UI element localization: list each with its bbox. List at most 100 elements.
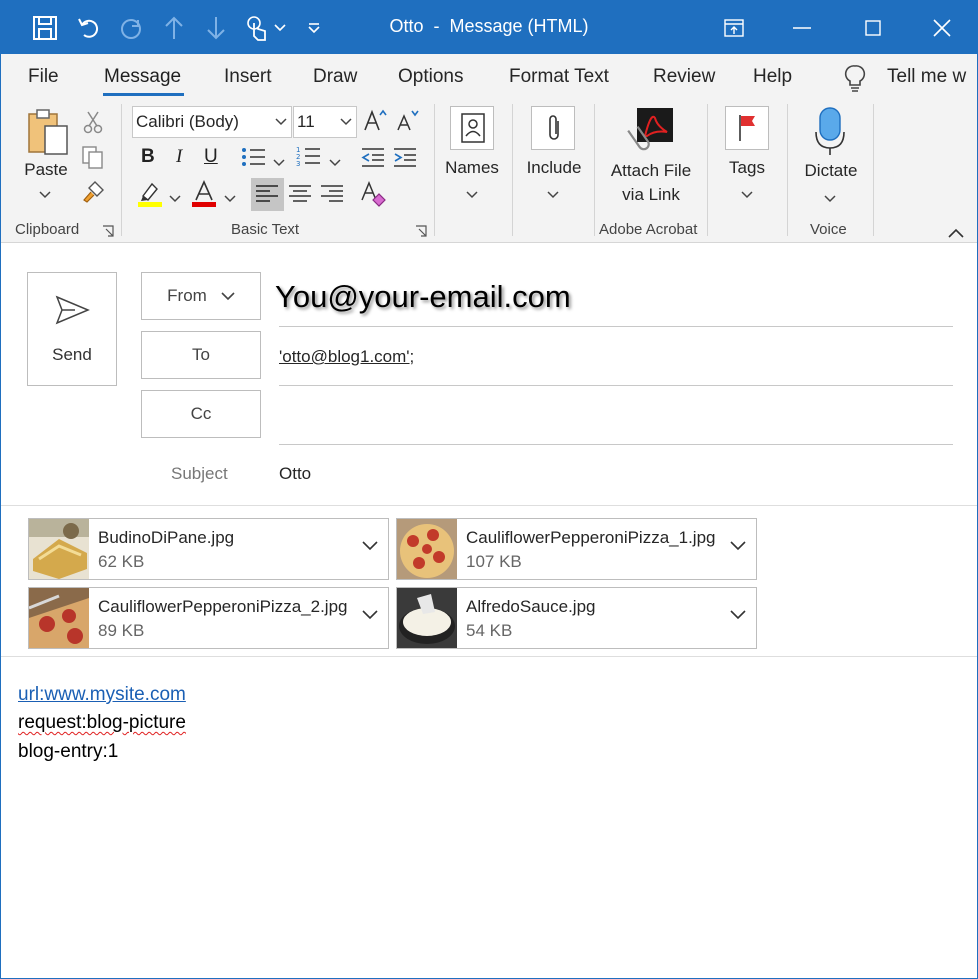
send-button[interactable]: Send bbox=[27, 272, 117, 386]
adobe-group-label: Adobe Acrobat bbox=[599, 221, 698, 238]
dictate-chevron-icon[interactable] bbox=[824, 190, 836, 208]
attachment-chevron-icon[interactable] bbox=[730, 610, 746, 620]
align-center-icon[interactable] bbox=[288, 184, 312, 209]
flag-icon[interactable] bbox=[725, 106, 769, 150]
address-book-icon[interactable] bbox=[450, 106, 494, 150]
numbering-chevron-icon[interactable] bbox=[329, 154, 341, 172]
tab-message[interactable]: Message bbox=[104, 66, 181, 88]
dictate-button[interactable]: Dictate bbox=[795, 159, 867, 183]
names-chevron-icon[interactable] bbox=[466, 186, 478, 204]
paste-icon[interactable] bbox=[25, 108, 69, 163]
microphone-icon[interactable] bbox=[813, 106, 847, 161]
bold-button[interactable]: B bbox=[141, 146, 155, 168]
attach-via-link-label-2: via Link bbox=[622, 185, 680, 204]
include-button[interactable]: Include bbox=[517, 156, 591, 180]
minimize-icon[interactable] bbox=[779, 1, 825, 54]
from-underline bbox=[279, 326, 953, 327]
send-icon bbox=[55, 295, 90, 325]
underline-button[interactable]: U bbox=[204, 146, 218, 168]
header-separator bbox=[1, 505, 977, 506]
attachment-thumbnail-icon bbox=[397, 588, 457, 648]
attachment-thumbnail-icon bbox=[397, 519, 457, 579]
tab-insert[interactable]: Insert bbox=[224, 66, 272, 88]
clipboard-launcher-icon[interactable] bbox=[102, 224, 114, 242]
clear-formatting-icon[interactable] bbox=[359, 180, 387, 213]
font-color-icon[interactable] bbox=[191, 180, 219, 213]
tab-help[interactable]: Help bbox=[753, 66, 792, 88]
font-name-select[interactable]: Calibri (Body) bbox=[132, 106, 292, 138]
font-size-value: 11 bbox=[297, 112, 315, 131]
tags-button[interactable]: Tags bbox=[713, 156, 781, 180]
names-button[interactable]: Names bbox=[437, 156, 507, 180]
adobe-acrobat-icon[interactable] bbox=[627, 106, 675, 159]
grow-font-icon[interactable] bbox=[363, 108, 389, 139]
svg-text:3: 3 bbox=[296, 160, 300, 168]
attachment-item[interactable]: AlfredoSauce.jpg 54 KB bbox=[396, 587, 757, 649]
to-underline bbox=[279, 385, 953, 386]
highlight-chevron-icon[interactable] bbox=[169, 190, 181, 208]
align-left-button[interactable] bbox=[251, 178, 284, 211]
tab-options[interactable]: Options bbox=[398, 66, 463, 88]
bullets-chevron-icon[interactable] bbox=[273, 154, 285, 172]
paste-dropdown-chevron-icon[interactable] bbox=[39, 186, 51, 204]
body-line: request:blog-picture bbox=[18, 712, 186, 734]
window-title-app: Message (HTML) bbox=[449, 16, 589, 36]
body-line-text: request:blog-picture bbox=[18, 712, 186, 733]
format-painter-icon[interactable] bbox=[81, 180, 107, 209]
font-size-select[interactable]: 11 bbox=[293, 106, 357, 138]
separator bbox=[121, 104, 122, 236]
attach-paperclip-icon[interactable] bbox=[531, 106, 575, 150]
cut-icon[interactable] bbox=[83, 110, 103, 139]
cc-button[interactable]: Cc bbox=[141, 390, 261, 438]
attach-via-link-label-1: Attach File bbox=[610, 161, 692, 180]
tab-file[interactable]: File bbox=[28, 66, 59, 88]
font-color-chevron-icon[interactable] bbox=[224, 190, 236, 208]
attachment-chevron-icon[interactable] bbox=[362, 541, 378, 551]
attachment-chevron-icon[interactable] bbox=[362, 610, 378, 620]
ribbon-display-options-icon[interactable] bbox=[711, 1, 757, 54]
separator bbox=[787, 104, 788, 236]
tell-me-search[interactable]: Tell me w bbox=[887, 66, 966, 88]
separator bbox=[707, 104, 708, 236]
align-right-icon[interactable] bbox=[320, 184, 344, 209]
highlight-icon[interactable] bbox=[137, 180, 165, 213]
body-link[interactable]: url:www.mysite.com bbox=[18, 684, 186, 706]
close-icon[interactable] bbox=[919, 1, 965, 54]
to-field[interactable]: 'otto@blog1.com'; bbox=[279, 347, 414, 367]
paste-button[interactable]: Paste bbox=[21, 158, 71, 182]
increase-indent-icon[interactable] bbox=[392, 146, 418, 173]
tab-draw[interactable]: Draw bbox=[313, 66, 357, 88]
from-chevron-icon bbox=[221, 291, 235, 300]
include-chevron-icon[interactable] bbox=[547, 186, 559, 204]
message-body-editor[interactable] bbox=[1, 771, 977, 977]
subject-field[interactable]: Otto bbox=[279, 464, 311, 484]
attachments-separator bbox=[1, 656, 977, 657]
bullets-icon[interactable] bbox=[241, 146, 267, 173]
title-bar: Otto - Message (HTML) bbox=[1, 1, 977, 54]
attachment-chevron-icon[interactable] bbox=[730, 541, 746, 551]
decrease-indent-icon[interactable] bbox=[360, 146, 386, 173]
separator bbox=[873, 104, 874, 236]
cc-field[interactable] bbox=[279, 396, 953, 436]
shrink-font-icon[interactable] bbox=[395, 108, 421, 139]
copy-icon[interactable] bbox=[81, 145, 105, 174]
attach-via-link-button[interactable]: Attach File via Link bbox=[601, 159, 701, 207]
attachment-name: CauliflowerPepperoniPizza_2.jpg bbox=[98, 597, 348, 616]
to-recipient[interactable]: 'otto@blog1.com' bbox=[279, 347, 410, 366]
attachment-item[interactable]: BudinoDiPane.jpg 62 KB bbox=[28, 518, 389, 580]
lightbulb-icon bbox=[844, 64, 866, 97]
attachment-item[interactable]: CauliflowerPepperoniPizza_2.jpg 89 KB bbox=[28, 587, 389, 649]
italic-button[interactable]: I bbox=[176, 146, 182, 168]
tab-review[interactable]: Review bbox=[653, 66, 715, 88]
attachment-thumbnail-icon bbox=[29, 588, 89, 648]
maximize-icon[interactable] bbox=[850, 1, 896, 54]
numbering-icon[interactable]: 123 bbox=[296, 144, 322, 173]
basic-text-launcher-icon[interactable] bbox=[415, 224, 427, 242]
from-button[interactable]: From bbox=[141, 272, 261, 320]
attachment-name: BudinoDiPane.jpg bbox=[98, 528, 235, 547]
tab-format-text[interactable]: Format Text bbox=[509, 66, 609, 88]
collapse-ribbon-icon[interactable] bbox=[948, 225, 964, 243]
to-button[interactable]: To bbox=[141, 331, 261, 379]
tags-chevron-icon[interactable] bbox=[741, 186, 753, 204]
attachment-item[interactable]: CauliflowerPepperoniPizza_1.jpg 107 KB bbox=[396, 518, 757, 580]
